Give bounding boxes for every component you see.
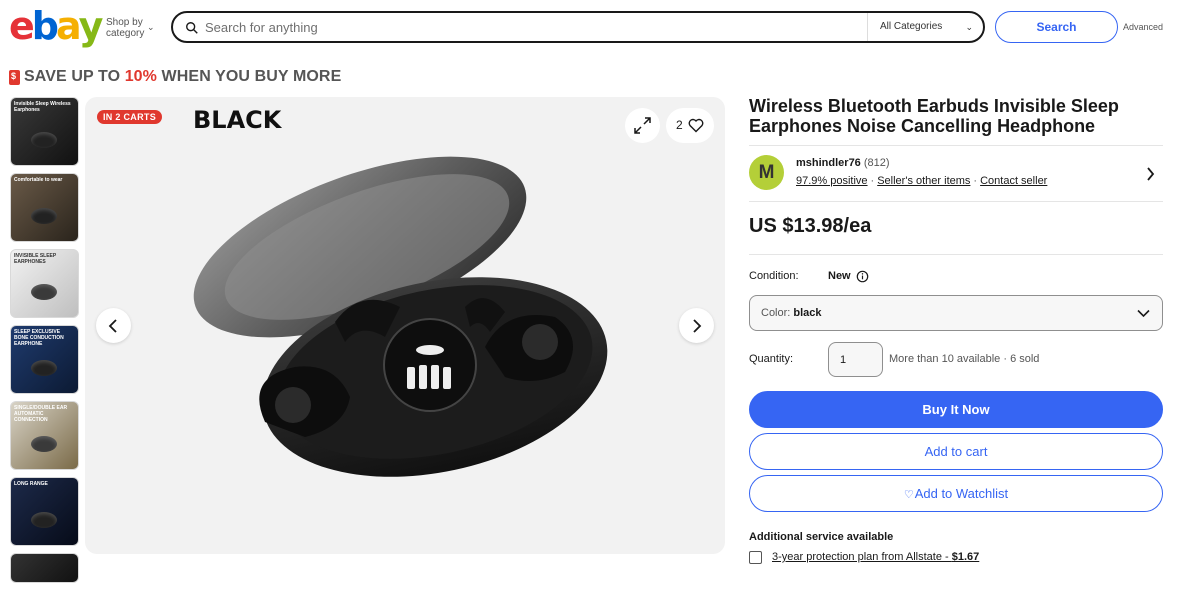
shop-by-category-button[interactable]: Shop by category xyxy=(106,17,148,39)
seller-feedback-count: (812) xyxy=(863,157,890,169)
quantity-input[interactable] xyxy=(828,342,883,377)
protection-plan-link[interactable]: 3-year protection plan from Allstate - $… xyxy=(772,551,979,563)
avatar[interactable]: M xyxy=(749,155,784,190)
thumbnail-6[interactable]: LONG RANGE xyxy=(10,477,79,546)
next-image-button[interactable] xyxy=(679,308,714,343)
category-select[interactable]: All Categories ⌄ xyxy=(867,13,983,41)
earbud-photo-icon xyxy=(31,132,57,148)
chevron-right-icon[interactable] xyxy=(1146,167,1155,181)
chevron-right-icon xyxy=(693,319,702,333)
color-label: Color: xyxy=(761,307,791,319)
protection-plan-checkbox[interactable] xyxy=(749,551,762,564)
earbud-photo-icon xyxy=(31,436,57,452)
image-color-title: BLACK xyxy=(193,106,282,134)
thumbnail-5[interactable]: SINGLE/DOUBLE EAR AUTOMATIC CONNECTION xyxy=(10,401,79,470)
search-input[interactable] xyxy=(205,17,855,37)
search-bar: All Categories ⌄ xyxy=(171,11,985,43)
buy-it-now-button[interactable]: Buy It Now xyxy=(749,391,1163,428)
image-watch-button[interactable]: 2 xyxy=(666,108,714,143)
earbud-photo-icon xyxy=(31,360,57,376)
info-icon[interactable] xyxy=(856,270,869,283)
previous-image-button[interactable] xyxy=(96,308,131,343)
expand-image-button[interactable] xyxy=(625,108,660,143)
main-product-image[interactable]: IN 2 CARTS BLACK 2 xyxy=(85,97,725,554)
seller-positive-link[interactable]: 97.9% positive xyxy=(796,175,868,187)
seller-card[interactable]: M mshindler76 (812) 97.9% positive · Selle… xyxy=(749,145,1163,202)
heart-icon xyxy=(688,118,704,133)
thumbnail-4[interactable]: SLEEP EXCLUSIVE BONE CONDUCTION EARPHONE xyxy=(10,325,79,394)
listing-title: Wireless Bluetooth Earbuds Invisible Sle… xyxy=(749,96,1119,136)
search-icon xyxy=(186,22,198,34)
additional-service-heading: Additional service available xyxy=(749,531,894,543)
thumbnail-strip: Invisible Sleep Wireless Earphones Comfo… xyxy=(10,97,79,590)
earbud-photo-icon xyxy=(31,208,57,224)
condition-label: Condition: xyxy=(749,270,799,282)
add-to-cart-button[interactable]: Add to cart xyxy=(749,433,1163,470)
promo-banner: SAVE UP TO 10% WHEN YOU BUY MORE xyxy=(9,67,341,87)
advanced-search-link[interactable]: Advanced xyxy=(1123,22,1163,32)
thumbnail-3[interactable]: INVISIBLE SLEEP EARPHONES xyxy=(10,249,79,318)
seller-name[interactable]: mshindler76 xyxy=(796,157,861,169)
earbud-photo-icon xyxy=(31,512,57,528)
price-tag-icon xyxy=(9,69,20,85)
promo-text: SAVE UP TO 10% WHEN YOU BUY MORE xyxy=(24,68,342,85)
contact-seller-link[interactable]: Contact seller xyxy=(980,175,1047,187)
in-carts-badge: IN 2 CARTS xyxy=(97,110,163,124)
thumbnail-7[interactable] xyxy=(10,553,79,583)
thumbnail-1[interactable]: Invisible Sleep Wireless Earphones xyxy=(10,97,79,166)
condition-value: New xyxy=(828,270,851,282)
ebay-logo[interactable]: ebay xyxy=(9,6,103,46)
earbud-photo-icon xyxy=(31,284,57,300)
header: ebay Shop by category ⌄ All Categories ⌄… xyxy=(0,0,1200,56)
color-value: black xyxy=(793,307,822,319)
price: US $13.98/ea xyxy=(749,215,872,237)
add-to-watchlist-button[interactable]: ♡Add to Watchlist xyxy=(749,475,1163,512)
thumbnail-2[interactable]: Comfortable to wear xyxy=(10,173,79,242)
quantity-label: Quantity: xyxy=(749,353,794,365)
divider xyxy=(749,254,1163,255)
expand-icon xyxy=(634,117,651,134)
seller-other-items-link[interactable]: Seller's other items xyxy=(877,175,970,187)
seller-name-line: mshindler76 (812) xyxy=(796,157,890,169)
chevron-down-icon xyxy=(1137,309,1150,318)
color-select[interactable]: Color: black xyxy=(749,295,1163,331)
seller-links: 97.9% positive · Seller's other items · Cont… xyxy=(796,175,1048,187)
chevron-left-icon xyxy=(108,319,117,333)
search-button[interactable]: Search xyxy=(995,11,1118,43)
earbuds-case-illustration xyxy=(193,156,608,477)
availability-text: More than 10 available · 6 sold xyxy=(889,353,1040,365)
heart-icon: ♡ xyxy=(903,489,914,501)
chevron-down-icon: ⌄ xyxy=(147,22,155,32)
chevron-down-icon: ⌄ xyxy=(965,22,973,32)
